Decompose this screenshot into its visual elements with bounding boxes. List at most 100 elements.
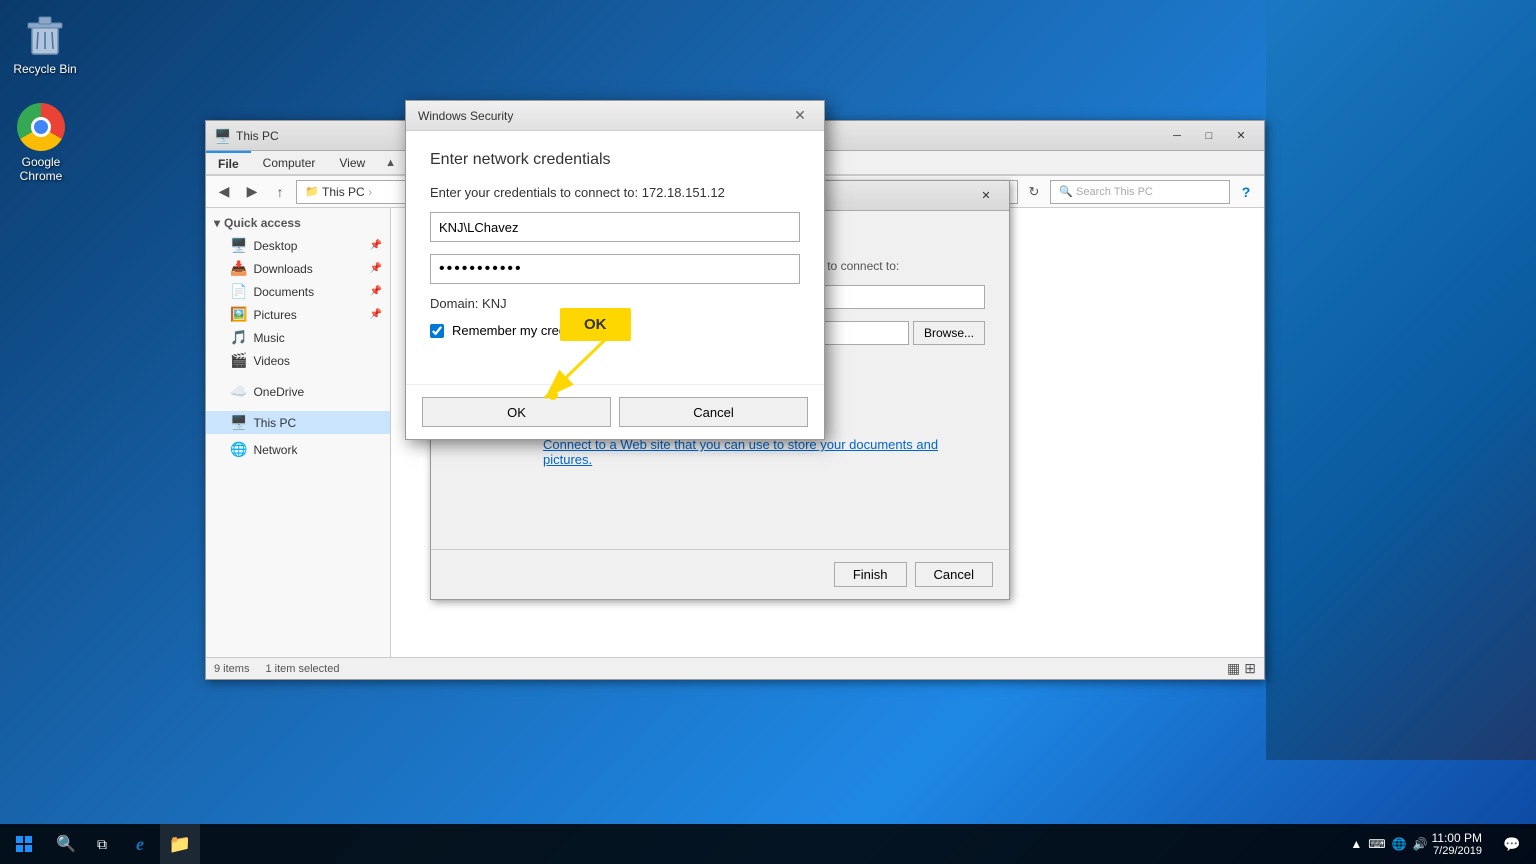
sidebar-item-music[interactable]: 🎵 Music: [206, 326, 390, 349]
sidebar-item-pictures[interactable]: 🖼️ Pictures 📌: [206, 303, 390, 326]
security-cancel-button[interactable]: Cancel: [619, 397, 808, 427]
ie-icon: e: [136, 834, 144, 855]
sidebar-item-network[interactable]: 🌐 Network: [206, 438, 390, 461]
map-cancel-button[interactable]: Cancel: [915, 562, 993, 587]
explorer-close-button[interactable]: ✕: [1226, 126, 1256, 146]
taskbar-search-icon: 🔍: [56, 834, 76, 854]
nav-forward-button[interactable]: ▶: [240, 180, 264, 204]
ok-callout-label: OK: [584, 316, 607, 333]
start-button[interactable]: [0, 824, 48, 864]
taskbar-clock[interactable]: 11:00 PM 7/29/2019: [1432, 831, 1482, 857]
map-dialog-close-button[interactable]: ✕: [971, 186, 1001, 206]
view-large-icon[interactable]: ⊞: [1244, 660, 1256, 677]
taskbar-volume-icon[interactable]: 🔊: [1413, 837, 1428, 851]
nav-back-button[interactable]: ◀: [212, 180, 236, 204]
taskbar-right: ▲ ⌨ 🌐 🔊 11:00 PM 7/29/2019 💬: [1350, 824, 1536, 864]
security-titlebar: Windows Security ✕: [406, 101, 824, 131]
password-input[interactable]: [430, 254, 800, 284]
windows-security-dialog: Windows Security ✕ Enter network credent…: [405, 100, 825, 440]
sidebar-item-videos[interactable]: 🎬 Videos: [206, 349, 390, 372]
quick-access-label: Quick access: [224, 216, 301, 230]
address-text: This PC: [322, 185, 365, 199]
connect-web-link[interactable]: Connect to a Web site that you can use t…: [543, 437, 938, 467]
ribbon-tab-computer[interactable]: Computer: [251, 151, 328, 174]
sidebar-downloads-label: Downloads: [253, 262, 312, 276]
username-input[interactable]: [430, 212, 800, 242]
security-footer: OK Cancel: [406, 384, 824, 439]
sidebar-pictures-label: Pictures: [253, 308, 296, 322]
status-count: 9 items: [214, 663, 249, 675]
sidebar-desktop-label: Desktop: [253, 239, 297, 253]
taskbar-ie-button[interactable]: e: [120, 824, 160, 864]
sidebar-documents-label: Documents: [253, 285, 314, 299]
ribbon-tab-extra[interactable]: ▲: [377, 151, 404, 174]
taskbar-date-display: 7/29/2019: [1432, 845, 1482, 857]
remember-credentials-checkbox[interactable]: [430, 324, 444, 338]
videos-folder-icon: 🎬: [230, 352, 247, 369]
notification-center-button[interactable]: 💬: [1494, 824, 1530, 864]
taskbar-time-display: 11:00 PM: [1432, 831, 1482, 845]
task-view-icon: ⧉: [97, 836, 107, 853]
documents-folder-icon: 📄: [230, 283, 247, 300]
windows-decoration: [1266, 0, 1536, 760]
chrome-inner-icon: [31, 117, 51, 137]
ok-callout-container: OK: [560, 308, 631, 341]
quick-access-header[interactable]: ▾ Quick access: [206, 212, 390, 234]
sidebar-item-documents[interactable]: 📄 Documents 📌: [206, 280, 390, 303]
sidebar-videos-label: Videos: [253, 354, 289, 368]
network-icon: 🌐: [230, 441, 247, 458]
map-dialog-footer: Finish Cancel: [431, 549, 1009, 599]
this-pc-icon: 🖥️: [230, 414, 247, 431]
connect-link-container: Connect to a Web site that you can use t…: [543, 437, 985, 467]
sidebar-music-label: Music: [253, 331, 284, 345]
music-folder-icon: 🎵: [230, 329, 247, 346]
pictures-folder-icon: 🖼️: [230, 306, 247, 323]
search-box[interactable]: 🔍 Search This PC: [1050, 180, 1230, 204]
sidebar-network-label: Network: [253, 443, 297, 457]
explorer-minimize-button[interactable]: ─: [1162, 126, 1192, 146]
security-close-button[interactable]: ✕: [788, 106, 812, 126]
finish-button[interactable]: Finish: [834, 562, 907, 587]
explorer-statusbar: 9 items 1 item selected ▦ ⊞: [206, 657, 1264, 679]
desktop: Recycle Bin Google Chrome 🖥️ This PC ─ □…: [0, 0, 1536, 864]
explorer-titlebar-icon: 🖥️: [214, 128, 230, 144]
onedrive-icon: ☁️: [230, 383, 247, 400]
refresh-button[interactable]: ↻: [1022, 180, 1046, 204]
security-heading: Enter network credentials: [430, 151, 800, 169]
ribbon-tab-view[interactable]: View: [327, 151, 377, 174]
notification-icon: 💬: [1503, 836, 1520, 853]
chrome-app-icon[interactable]: Google Chrome: [6, 103, 76, 183]
nav-up-button[interactable]: ↑: [268, 180, 292, 204]
recycle-bin-label: Recycle Bin: [13, 62, 76, 76]
chrome-label: Google Chrome: [6, 155, 76, 183]
taskbar-search-button[interactable]: 🔍: [48, 824, 84, 864]
taskbar-network-icon[interactable]: 🌐: [1392, 837, 1407, 851]
help-button[interactable]: ?: [1234, 180, 1258, 204]
browse-button[interactable]: Browse...: [913, 321, 985, 345]
taskbar-explorer-button[interactable]: 📁: [160, 824, 200, 864]
recycle-bin[interactable]: Recycle Bin: [10, 10, 80, 76]
explorer-maximize-button[interactable]: □: [1194, 126, 1224, 146]
statusbar-view-buttons: ▦ ⊞: [1227, 660, 1256, 677]
taskbar: 🔍 ⧉ e 📁 ▲ ⌨ 🌐 🔊 11:00 PM 7/29/2019: [0, 824, 1536, 864]
sidebar-downloads-pin: 📌: [370, 263, 382, 274]
downloads-folder-icon: 📥: [230, 260, 247, 277]
ribbon-tab-file[interactable]: File: [206, 151, 251, 174]
taskbar-folder-icon: 📁: [169, 834, 191, 855]
ok-callout-box[interactable]: OK: [560, 308, 631, 341]
sidebar-desktop-pin: 📌: [370, 240, 382, 251]
sidebar-item-this-pc[interactable]: 🖥️ This PC: [206, 411, 390, 434]
taskbar-system-icons: ▲ ⌨ 🌐 🔊: [1350, 837, 1427, 851]
view-details-icon[interactable]: ▦: [1227, 660, 1240, 677]
task-view-button[interactable]: ⧉: [84, 824, 120, 864]
sidebar-this-pc-label: This PC: [253, 416, 296, 430]
search-placeholder-text: Search This PC: [1076, 186, 1153, 198]
security-ok-button[interactable]: OK: [422, 397, 611, 427]
taskbar-keyboard-icon: ⌨: [1368, 837, 1385, 851]
sidebar-item-onedrive[interactable]: ☁️ OneDrive: [206, 380, 390, 403]
security-subtitle: Enter your credentials to connect to: 17…: [430, 185, 800, 200]
sidebar-item-downloads[interactable]: 📥 Downloads 📌: [206, 257, 390, 280]
taskbar-show-hidden-icon[interactable]: ▲: [1350, 837, 1362, 851]
explorer-titlebar-buttons: ─ □ ✕: [1162, 126, 1256, 146]
sidebar-item-desktop[interactable]: 🖥️ Desktop 📌: [206, 234, 390, 257]
